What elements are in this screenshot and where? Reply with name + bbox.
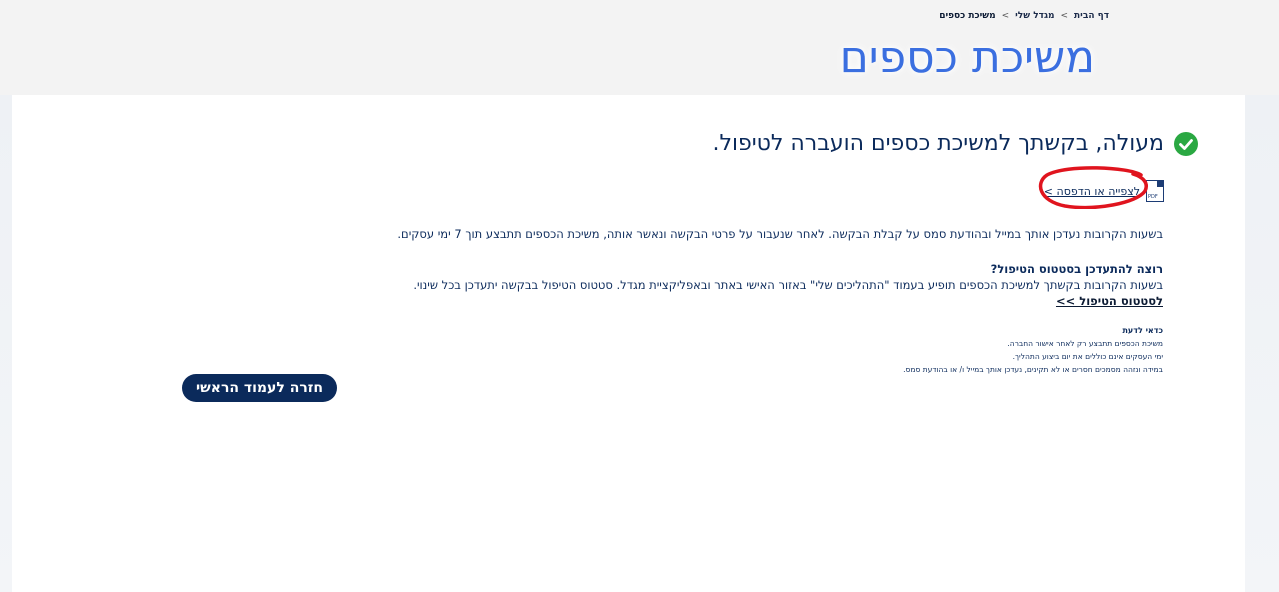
success-title: מעולה, בקשתך למשיכת כספים הועברה לטיפול. — [712, 131, 1164, 156]
breadcrumb-separator: > — [1060, 11, 1069, 21]
pdf-icon-label: PDF — [1148, 194, 1158, 200]
pdf-icon-fold — [1157, 180, 1164, 187]
breadcrumb: דף הבית > מגדל שלי > משיכת כספים — [939, 11, 1109, 21]
tips-line: ימי העסקים אינם כוללים את יום ביצוע התהל… — [1012, 352, 1163, 361]
breadcrumb-item-home[interactable]: דף הבית — [1074, 11, 1109, 21]
content-card: מעולה, בקשתך למשיכת כספים הועברה לטיפול.… — [12, 95, 1245, 592]
status-question: רוצה להתעדכן בסטטוס הטיפול? — [990, 262, 1163, 276]
pdf-icon[interactable]: PDF — [1146, 180, 1164, 202]
check-circle-icon — [1174, 131, 1198, 156]
breadcrumb-item-my-migdal[interactable]: מגדל שלי — [1015, 11, 1054, 21]
breadcrumb-separator: > — [1001, 11, 1010, 21]
pdf-view-print: PDF לצפייה או הדפסה > — [1044, 180, 1164, 202]
tips-line: במידה ונזהה מסמכים חסרים או לא תקינים, נ… — [903, 365, 1163, 374]
page-title: משיכת כספים — [839, 32, 1095, 83]
tips-line: משיכת הכספים תתבצע רק לאחר אישור החברה. — [1007, 339, 1163, 348]
breadcrumb-item-current: משיכת כספים — [939, 11, 996, 21]
success-message: מעולה, בקשתך למשיכת כספים הועברה לטיפול. — [712, 131, 1198, 156]
info-paragraph: בשעות הקרובות נעדכן אותך במייל ובהודעת ס… — [397, 227, 1163, 241]
view-or-print-link[interactable]: לצפייה או הדפסה > — [1044, 185, 1140, 198]
status-paragraph: בשעות הקרובות בקשתך למשיכת הכספים תופיע … — [413, 278, 1163, 292]
back-to-home-button[interactable]: חזרה לעמוד הראשי — [182, 374, 337, 402]
tips-heading: כדאי לדעת — [1122, 326, 1163, 335]
status-link[interactable]: לסטטוס הטיפול >> — [1056, 294, 1163, 308]
good-to-know: כדאי לדעת משיכת הכספים תתבצע רק לאחר איש… — [903, 324, 1163, 376]
